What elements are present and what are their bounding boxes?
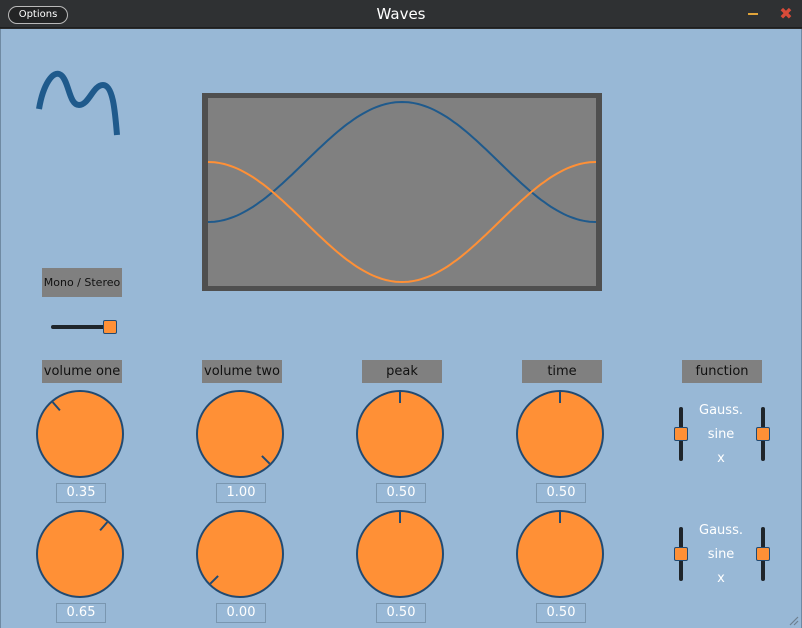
window-title: Waves bbox=[376, 5, 426, 23]
function-right-slider-thumb[interactable] bbox=[756, 427, 770, 441]
time-knob-2[interactable] bbox=[515, 509, 605, 599]
title-bar: Options Waves ✖ bbox=[0, 0, 802, 28]
function-left-slider-thumb[interactable] bbox=[674, 427, 688, 441]
volume-one-knob-2[interactable] bbox=[35, 509, 125, 599]
volume-one-value-1: 0.35 bbox=[56, 483, 106, 503]
function-option-gauss: Gauss. bbox=[699, 523, 743, 538]
waveform-curve-two bbox=[207, 161, 597, 284]
function-right-slider-thumb[interactable] bbox=[756, 547, 770, 561]
peak-value-1: 0.50 bbox=[376, 483, 426, 503]
wave-logo-icon bbox=[36, 70, 120, 136]
volume-two-knob-1[interactable] bbox=[195, 389, 285, 479]
main-panel: Mono / Stereo volume one 0.35 0.65 volume t… bbox=[0, 29, 802, 628]
function-left-slider-thumb[interactable] bbox=[674, 547, 688, 561]
time-value-1: 0.50 bbox=[536, 483, 586, 503]
function-option-x: x bbox=[717, 451, 725, 466]
volume-two-knob-2[interactable] bbox=[195, 509, 285, 599]
time-label: time bbox=[522, 360, 602, 383]
waveform-display bbox=[202, 93, 602, 291]
function-label: function bbox=[682, 360, 762, 383]
mono-stereo-slider-thumb[interactable] bbox=[103, 320, 117, 334]
mono-stereo-button[interactable]: Mono / Stereo bbox=[42, 268, 122, 297]
volume-one-value-2: 0.65 bbox=[56, 603, 106, 623]
resize-grip-icon[interactable] bbox=[787, 614, 799, 626]
peak-knob-2[interactable] bbox=[355, 509, 445, 599]
close-icon[interactable]: ✖ bbox=[777, 4, 795, 24]
volume-two-value-1: 1.00 bbox=[216, 483, 266, 503]
peak-knob-1[interactable] bbox=[355, 389, 445, 479]
volume-one-label: volume one bbox=[42, 360, 122, 383]
volume-two-label: volume two bbox=[202, 360, 282, 383]
function-option-x: x bbox=[717, 571, 725, 586]
function-option-gauss: Gauss. bbox=[699, 403, 743, 418]
time-value-2: 0.50 bbox=[536, 603, 586, 623]
peak-label: peak bbox=[362, 360, 442, 383]
waveform-plot-area bbox=[207, 98, 597, 286]
time-knob-1[interactable] bbox=[515, 389, 605, 479]
minimize-icon[interactable] bbox=[748, 13, 758, 15]
function-option-sine: sine bbox=[707, 427, 735, 442]
peak-value-2: 0.50 bbox=[376, 603, 426, 623]
waveform-curve-one bbox=[207, 100, 597, 223]
volume-one-knob-1[interactable] bbox=[35, 389, 125, 479]
volume-two-value-2: 0.00 bbox=[216, 603, 266, 623]
function-option-sine: sine bbox=[707, 547, 735, 562]
